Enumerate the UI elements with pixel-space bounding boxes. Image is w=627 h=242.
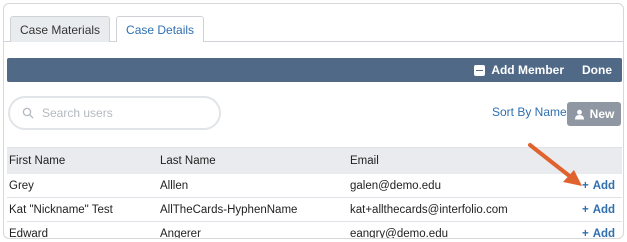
cell-last-name: Angerer [160,227,201,239]
table-header: First Name Last Name Email [7,147,622,174]
users-table: First Name Last Name Email Grey Alllen g… [7,147,622,239]
search-icon [22,107,34,119]
cell-last-name: AllTheCards-HyphenName [160,203,298,216]
user-icon [574,109,584,119]
committee-toolbar: Add Member Done [7,58,622,82]
add-member-label: Add Member [491,63,564,77]
header-email: Email [350,155,379,167]
cell-email: galen@demo.edu [350,179,441,192]
tab-case-details[interactable]: Case Details [116,16,205,42]
add-user-button[interactable]: + Add [582,180,622,192]
app-frame: Case Materials Case Details Add Member D… [3,3,624,239]
plus-icon: + [582,227,589,239]
add-user-button[interactable]: + Add [582,227,622,239]
done-button[interactable]: Done [582,63,612,77]
new-button-label: New [589,107,615,121]
cell-email: eangry@demo.edu [350,227,448,239]
cell-last-name: Alllen [160,179,189,192]
done-label: Done [582,63,612,77]
cell-first-name: Grey [9,179,34,192]
tab-bar: Case Materials Case Details [10,16,205,42]
add-member-button[interactable]: Add Member [474,63,564,77]
table-row: Edward Angerer eangry@demo.edu + Add [7,222,622,239]
new-user-button[interactable]: New [567,102,621,126]
plus-icon: + [582,203,589,216]
tab-case-materials[interactable]: Case Materials [10,16,111,42]
plus-icon: + [582,179,589,192]
search-input[interactable] [42,106,192,120]
add-label: Add [592,203,616,216]
add-label: Add [592,227,616,239]
cell-first-name: Edward [9,227,48,239]
table-row: Kat "Nickname" Test AllTheCards-HyphenNa… [7,198,622,222]
cell-first-name: Kat "Nickname" Test [9,203,113,216]
search-box [8,96,221,130]
cell-email: kat+allthecards@interfolio.com [350,203,508,216]
header-last-name: Last Name [160,155,216,167]
minus-square-icon [474,64,486,76]
header-first-name: First Name [9,155,66,167]
sort-label: Sort By Name [492,105,567,119]
add-label: Add [592,179,616,192]
add-user-button[interactable]: + Add [582,204,622,216]
table-row: Grey Alllen galen@demo.edu + Add [7,174,622,198]
